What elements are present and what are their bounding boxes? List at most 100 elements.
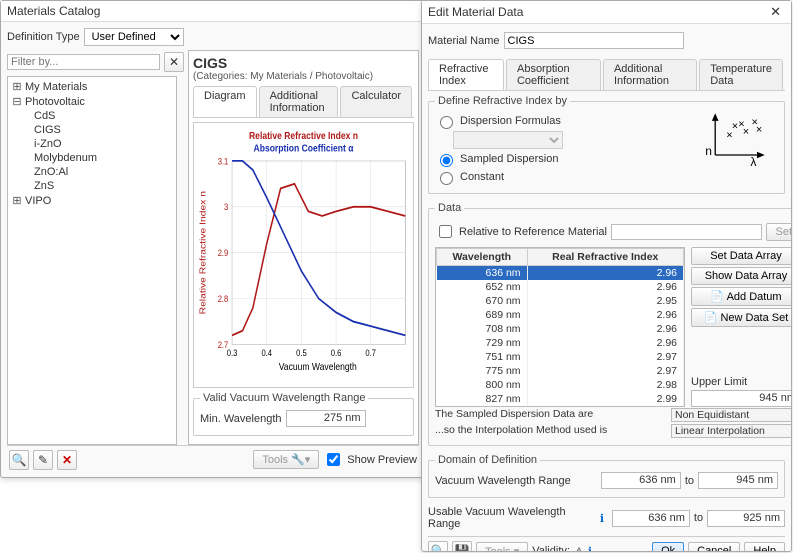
- tab-diagram[interactable]: Diagram: [193, 86, 257, 117]
- close-icon[interactable]: ✕: [766, 4, 785, 20]
- interp-label: ...so the Interpolation Method used is: [435, 424, 607, 438]
- edit-material-window: Edit Material Data ✕ Material Name Refra…: [421, 0, 792, 552]
- mat-title: Materials Catalog: [7, 4, 100, 18]
- samp-value: Non Equidistant: [671, 408, 791, 422]
- def-type-label: Definition Type: [7, 31, 80, 43]
- tree-item[interactable]: ZnS: [10, 179, 174, 193]
- tab-calculator[interactable]: Calculator: [340, 86, 412, 117]
- table-row[interactable]: 636 nm2.96: [437, 266, 684, 281]
- upper-limit-value[interactable]: 945 nm: [691, 390, 791, 407]
- radio-sampled[interactable]: [440, 154, 453, 167]
- show-preview-check[interactable]: Show Preview: [323, 450, 417, 469]
- svg-text:Absorption Coefficient α: Absorption Coefficient α: [254, 143, 354, 155]
- vwr-label: Vacuum Wavelength Range: [435, 475, 571, 487]
- interp-value: Linear Interpolation: [671, 424, 791, 438]
- tree-mymaterials[interactable]: My Materials: [25, 81, 87, 93]
- svg-text:2.9: 2.9: [218, 247, 229, 258]
- svg-text:0.5: 0.5: [296, 347, 307, 358]
- radio-dispersion[interactable]: [440, 116, 453, 129]
- tools-button: Tools ▾: [476, 542, 528, 552]
- filter-input[interactable]: [7, 54, 160, 70]
- svg-text:3.1: 3.1: [218, 156, 229, 167]
- materials-catalog-window: Materials Catalog Definition Type User D…: [0, 0, 426, 478]
- nlambda-diagram-icon: nλ ××× ×××: [700, 111, 770, 166]
- materials-tree[interactable]: ⊞My Materials ⊟Photovoltaic CdS CIGS i-Z…: [7, 76, 177, 445]
- chart-pane: CIGS (Categories: My Materials / Photovo…: [188, 50, 419, 445]
- svg-text:0.6: 0.6: [331, 347, 342, 358]
- svg-text:Vacuum Wavelength: Vacuum Wavelength: [279, 361, 357, 373]
- table-row[interactable]: 855 nm2.98: [437, 406, 684, 407]
- delete-icon[interactable]: ✕: [57, 450, 77, 470]
- tree-item[interactable]: CdS: [10, 109, 174, 123]
- info-icon[interactable]: ℹ: [588, 545, 592, 552]
- tree-vipo[interactable]: VIPO: [25, 195, 51, 207]
- edit-icon[interactable]: ✎: [33, 450, 53, 470]
- rel-ref-check[interactable]: Relative to Reference Material: [435, 222, 607, 241]
- tab-addinfo2[interactable]: Additional Information: [603, 59, 697, 90]
- uvwr-from[interactable]: 636 nm: [612, 510, 690, 527]
- table-row[interactable]: 689 nm2.96: [437, 308, 684, 322]
- info-icon[interactable]: ℹ: [600, 512, 604, 525]
- help-button[interactable]: Help: [744, 542, 785, 551]
- table-row[interactable]: 670 nm2.95: [437, 294, 684, 308]
- data-group: Data Relative to Reference Material Set …: [428, 202, 791, 446]
- svg-text:3: 3: [224, 202, 229, 213]
- minwl-label: Min. Wavelength: [200, 413, 282, 425]
- table-row[interactable]: 775 nm2.97: [437, 364, 684, 378]
- tab-temp[interactable]: Temperature Data: [699, 59, 783, 90]
- chart-area: Relative Refractive Index n Absorption C…: [193, 122, 414, 388]
- ref-material-input: [611, 224, 763, 240]
- svg-text:n: n: [705, 144, 712, 158]
- table-row[interactable]: 800 nm2.98: [437, 378, 684, 392]
- tab-addinfo[interactable]: Additional Information: [259, 86, 339, 117]
- valid-range-group: Valid Vacuum Wavelength Range Min. Wavel…: [193, 392, 414, 436]
- svg-text:×: ×: [732, 121, 738, 133]
- cancel-button[interactable]: Cancel: [688, 542, 740, 551]
- svg-text:0.4: 0.4: [261, 347, 272, 358]
- minwl-value[interactable]: 275 nm: [286, 410, 366, 427]
- matname-input[interactable]: [504, 32, 684, 49]
- tab-refractive[interactable]: Refractive Index: [428, 59, 504, 90]
- tab-absorption[interactable]: Absorption Coefficient: [506, 59, 601, 90]
- data-table[interactable]: WavelengthReal Refractive Index 636 nm2.…: [435, 247, 685, 407]
- vwr-to[interactable]: 945 nm: [698, 472, 778, 489]
- tree-item[interactable]: ZnO:Al: [10, 165, 174, 179]
- uvwr-label: Usable Vacuum Wavelength Range: [428, 506, 596, 530]
- zoom-icon[interactable]: 🔍: [428, 541, 448, 551]
- vwr-from[interactable]: 636 nm: [601, 472, 681, 489]
- set-data-array-button[interactable]: Set Data Array: [691, 247, 791, 265]
- save-icon[interactable]: 💾: [452, 541, 472, 551]
- tree-item[interactable]: Molybdenum: [10, 151, 174, 165]
- chart-tabs: Diagram Additional Information Calculato…: [193, 86, 414, 118]
- svg-text:0.3: 0.3: [227, 347, 238, 358]
- add-datum-button[interactable]: 📄 Add Datum: [691, 287, 791, 306]
- ok-button[interactable]: Ok: [652, 542, 684, 551]
- table-row[interactable]: 751 nm2.97: [437, 350, 684, 364]
- tools-button[interactable]: Tools 🔧▾: [253, 450, 319, 469]
- tree-item[interactable]: CIGS: [10, 123, 174, 137]
- new-data-set-button[interactable]: 📄 New Data Set: [691, 308, 791, 327]
- mat-titlebar: Materials Catalog: [1, 1, 425, 22]
- warning-icon[interactable]: ⚠: [574, 545, 584, 552]
- table-row[interactable]: 827 nm2.99: [437, 392, 684, 406]
- def-type-select[interactable]: User Defined: [84, 28, 184, 46]
- svg-text:Relative Refractive Index n: Relative Refractive Index n: [198, 191, 208, 314]
- table-row[interactable]: 708 nm2.96: [437, 322, 684, 336]
- edit-title: Edit Material Data: [428, 5, 523, 19]
- define-group: Define Refractive Index by Dispersion Fo…: [428, 95, 785, 194]
- validity-label: Validity:: [532, 545, 570, 551]
- tree-item[interactable]: i-ZnO: [10, 137, 174, 151]
- dispersion-select: [453, 131, 563, 149]
- tree-photovoltaic[interactable]: Photovoltaic: [25, 96, 85, 108]
- clear-filter-icon[interactable]: ✕: [164, 52, 184, 72]
- table-row[interactable]: 652 nm2.96: [437, 280, 684, 294]
- zoom-icon[interactable]: 🔍: [9, 450, 29, 470]
- uvwr-to[interactable]: 925 nm: [707, 510, 785, 527]
- svg-text:λ: λ: [750, 155, 756, 166]
- radio-constant[interactable]: [440, 172, 453, 185]
- svg-text:0.7: 0.7: [365, 347, 376, 358]
- show-data-array-button[interactable]: Show Data Array: [691, 267, 791, 285]
- upper-limit-label: Upper Limit: [691, 376, 791, 388]
- set-button: Set: [766, 223, 791, 241]
- table-row[interactable]: 729 nm2.96: [437, 336, 684, 350]
